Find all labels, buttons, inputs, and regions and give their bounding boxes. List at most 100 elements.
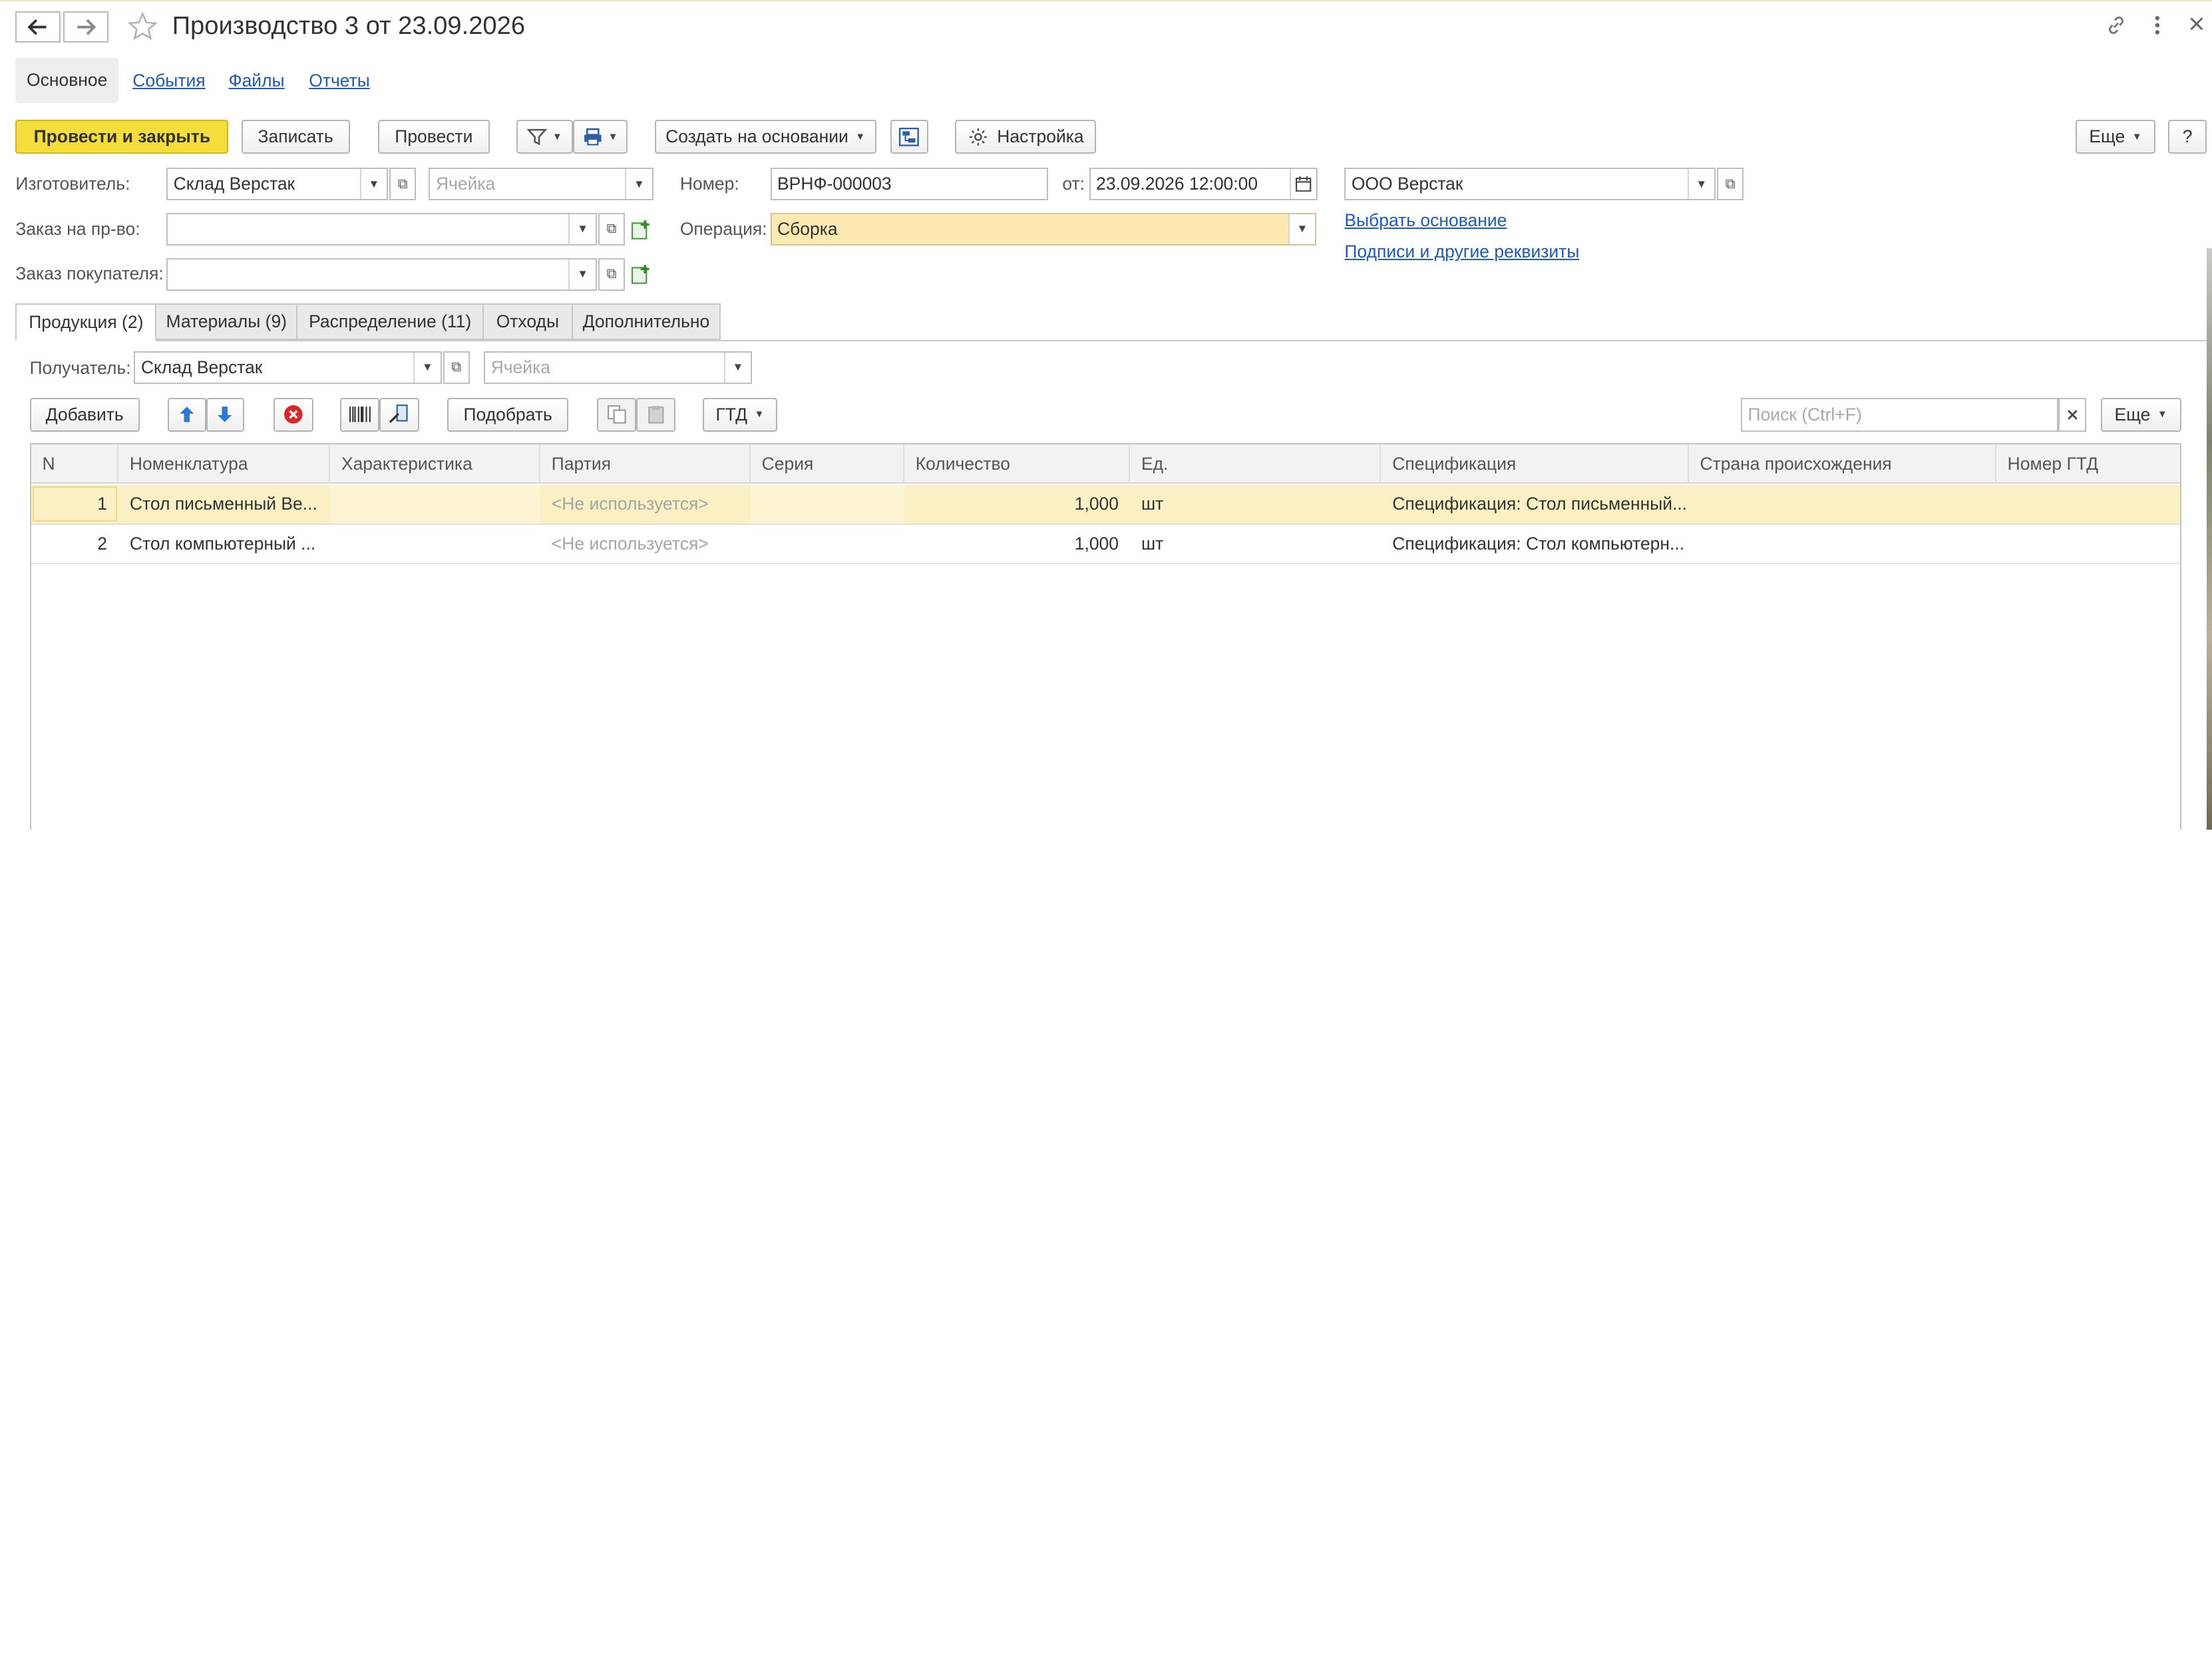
- more-actions-button[interactable]: [2147, 14, 2167, 41]
- row-series[interactable]: [751, 525, 904, 563]
- tab-products[interactable]: Продукция (2): [15, 303, 157, 342]
- create-based-on-button[interactable]: Создать на основании ▼: [654, 120, 876, 154]
- chevron-down-icon[interactable]: ▼: [413, 352, 440, 383]
- forward-button[interactable]: [63, 11, 109, 43]
- row-batch[interactable]: <Не используется>: [540, 525, 751, 563]
- row-characteristic[interactable]: [329, 485, 540, 524]
- column-header[interactable]: Серия: [751, 444, 904, 484]
- row-number[interactable]: 1: [31, 485, 118, 523]
- column-header[interactable]: Характеристика: [330, 444, 540, 484]
- recipient-field[interactable]: Склад Верстак ▼: [134, 351, 442, 384]
- clear-search-button[interactable]: [2058, 397, 2087, 432]
- row-characteristic[interactable]: [330, 525, 540, 563]
- chevron-down-icon[interactable]: ▼: [568, 259, 595, 289]
- row-gtd[interactable]: [1996, 485, 2181, 523]
- create-production-order-button[interactable]: [631, 219, 652, 245]
- column-header[interactable]: Ед.: [1130, 444, 1382, 484]
- organization-field[interactable]: ООО Верстак ▼: [1344, 168, 1716, 201]
- create-client-order-button[interactable]: [631, 263, 652, 289]
- filter-dropdown-button[interactable]: ▼: [516, 120, 573, 154]
- tab-main[interactable]: Основное: [15, 57, 119, 103]
- chevron-down-icon[interactable]: ▼: [723, 352, 751, 383]
- tab-distribution[interactable]: Распределение (11): [296, 303, 484, 340]
- row-country[interactable]: [1689, 525, 1996, 563]
- column-header[interactable]: Номер ГТД: [1996, 444, 2181, 484]
- row-batch[interactable]: <Не используется>: [540, 485, 751, 523]
- row-number[interactable]: 2: [31, 525, 118, 563]
- maker-field[interactable]: Склад Верстак ▼: [166, 168, 388, 201]
- chevron-down-icon[interactable]: ▼: [1687, 169, 1714, 200]
- tab-materials[interactable]: Материалы (9): [155, 303, 298, 340]
- open-organization-button[interactable]: ⧉: [1717, 168, 1744, 201]
- open-maker-button[interactable]: ⧉: [389, 168, 417, 201]
- help-button[interactable]: ?: [2168, 120, 2207, 154]
- pick-button[interactable]: Подобрать: [447, 397, 569, 432]
- column-header[interactable]: Номенклатура: [118, 444, 330, 484]
- paste-button[interactable]: [636, 397, 676, 432]
- row-quantity[interactable]: 1,000: [904, 525, 1130, 563]
- signatures-link[interactable]: Подписи и другие реквизиты: [1344, 242, 1579, 262]
- open-production-order-button[interactable]: ⧉: [598, 213, 626, 246]
- column-header[interactable]: Страна происхождения: [1689, 444, 1996, 484]
- operation-field[interactable]: Сборка ▼: [770, 213, 1316, 246]
- column-header[interactable]: Партия: [540, 444, 751, 484]
- tab-reports[interactable]: Отчеты: [309, 71, 370, 91]
- column-header[interactable]: Спецификация: [1381, 444, 1689, 484]
- row-gtd[interactable]: [1996, 525, 2181, 563]
- date-field[interactable]: 23.09.2026 12:00:00: [1089, 168, 1318, 201]
- add-row-button[interactable]: Добавить: [29, 397, 140, 432]
- move-down-button[interactable]: [206, 397, 244, 432]
- copy-button[interactable]: [596, 397, 637, 432]
- settings-button[interactable]: Настройка: [955, 120, 1097, 154]
- column-header[interactable]: Количество: [904, 444, 1130, 484]
- row-item[interactable]: Стол компьютерный ...: [118, 525, 330, 563]
- tab-waste[interactable]: Отходы: [482, 303, 573, 340]
- document-structure-icon: [899, 127, 920, 146]
- row-specification[interactable]: Спецификация: Стол компьютерн...: [1381, 525, 1688, 563]
- open-client-order-button[interactable]: ⧉: [598, 257, 626, 291]
- number-field[interactable]: ВРНФ-000003: [770, 168, 1049, 201]
- chevron-down-icon[interactable]: ▼: [1288, 214, 1315, 244]
- close-button[interactable]: [2187, 14, 2207, 39]
- choose-basis-link[interactable]: Выбрать основание: [1344, 210, 1507, 231]
- production-order-field[interactable]: ▼: [166, 213, 597, 246]
- arrow-right-icon: [77, 19, 96, 35]
- barcode-button[interactable]: [339, 397, 380, 432]
- maker-cell-field[interactable]: Ячейка ▼: [429, 168, 653, 201]
- chevron-down-icon[interactable]: ▼: [625, 169, 651, 200]
- search-input[interactable]: Поиск (Ctrl+F): [1741, 397, 2059, 432]
- post-and-close-button[interactable]: Провести и закрыть: [15, 120, 229, 154]
- tab-events[interactable]: События: [132, 71, 205, 91]
- save-button[interactable]: Записать: [241, 120, 350, 154]
- chevron-down-icon[interactable]: ▼: [568, 214, 595, 244]
- print-dropdown-button[interactable]: ▼: [572, 120, 628, 154]
- table-row[interactable]: 2 Стол компьютерный ... <Не используется…: [31, 525, 2180, 564]
- calendar-icon[interactable]: [1289, 169, 1316, 200]
- back-button[interactable]: [15, 11, 61, 43]
- row-country[interactable]: [1689, 485, 1996, 523]
- row-series[interactable]: [750, 485, 904, 524]
- gtd-button[interactable]: ГТД ▼: [702, 397, 778, 432]
- row-unit[interactable]: шт: [1130, 485, 1381, 523]
- row-item[interactable]: Стол письменный Ве...: [118, 485, 330, 523]
- move-up-button[interactable]: [168, 397, 206, 432]
- data-collection-button[interactable]: [379, 397, 419, 432]
- row-specification[interactable]: Спецификация: Стол письменный...: [1381, 485, 1688, 523]
- recipient-cell-field[interactable]: Ячейка ▼: [484, 351, 752, 384]
- column-header[interactable]: N: [31, 444, 118, 484]
- row-unit[interactable]: шт: [1130, 525, 1381, 563]
- favorite-button[interactable]: [127, 11, 158, 47]
- structure-button[interactable]: [890, 120, 928, 154]
- chevron-down-icon[interactable]: ▼: [359, 169, 387, 200]
- tab-files[interactable]: Файлы: [228, 71, 284, 91]
- post-button[interactable]: Провести: [378, 120, 490, 154]
- client-order-field[interactable]: ▼: [166, 257, 597, 291]
- open-recipient-button[interactable]: ⧉: [443, 351, 470, 384]
- more-button[interactable]: Еще ▼: [2075, 120, 2156, 154]
- link-button[interactable]: [2105, 14, 2127, 41]
- row-quantity[interactable]: 1,000: [904, 485, 1130, 523]
- table-more-button[interactable]: Еще ▼: [2100, 397, 2181, 432]
- delete-row-button[interactable]: [274, 397, 313, 432]
- tab-additional[interactable]: Дополнительно: [571, 303, 721, 340]
- table-row[interactable]: 1 Стол письменный Ве... <Не используется…: [31, 485, 2181, 525]
